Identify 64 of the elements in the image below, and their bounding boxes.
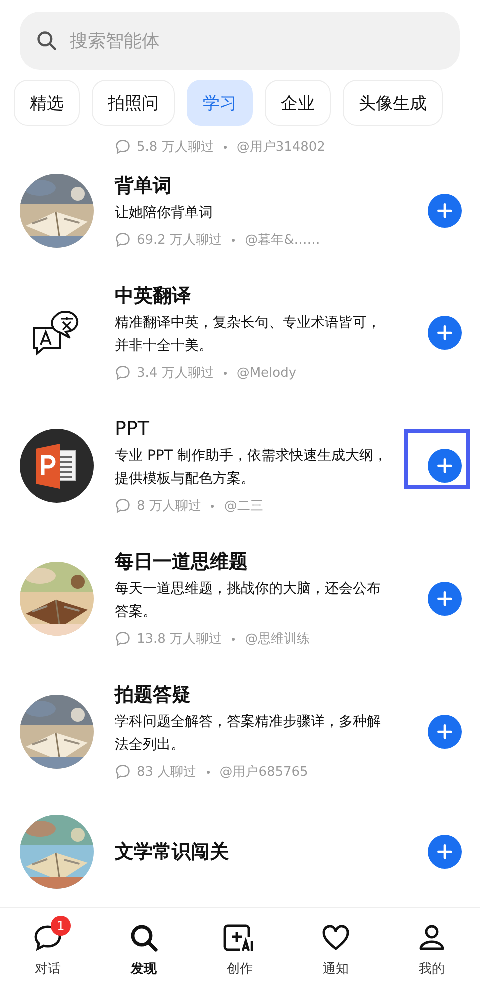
agent-description: 学科问题全解答，答案精准步骤详，多种解法全列出。 <box>115 713 382 755</box>
chat-count: 13.8 万人聊过 <box>137 631 222 648</box>
author-name: @Melody <box>236 366 297 380</box>
agent-name: 拍题答疑 <box>115 683 192 708</box>
agent-description: 让她陪你背单词 <box>115 204 214 223</box>
chat-bubble-icon <box>115 232 131 248</box>
add-button[interactable] <box>428 582 462 616</box>
add-button[interactable] <box>428 316 462 350</box>
agent-name: 每日一道思维题 <box>115 550 249 575</box>
plus-icon <box>436 202 454 220</box>
agent-name: 文学常识闯关 <box>115 840 230 865</box>
chat-bubble-icon <box>115 498 131 514</box>
chat-count: 8 万人聊过 <box>137 498 202 515</box>
presentation-app-icon <box>20 428 94 502</box>
category-tab[interactable]: 头像生成 <box>343 80 443 126</box>
chat-count: 5.8 万人聊过 <box>137 139 214 156</box>
separator-dot <box>206 770 210 774</box>
separator-dot <box>232 238 236 242</box>
author-name: @暮年&…… <box>245 232 320 249</box>
separator-dot <box>224 146 227 148</box>
agent-name: 中英翻译 <box>115 284 192 309</box>
add-button[interactable] <box>428 714 462 748</box>
nav-tab[interactable]: 通知 <box>304 914 368 997</box>
agent-description: 精准翻译中英，复杂长句、专业术语皆可，并非十全十美。 <box>115 314 382 356</box>
add-button[interactable] <box>428 194 462 228</box>
plus-icon <box>436 456 454 474</box>
chat-bubble-icon <box>115 764 131 780</box>
add-button[interactable] <box>428 448 462 482</box>
person-icon <box>417 923 447 953</box>
agent-name: PPT <box>115 417 151 442</box>
notification-badge: 1 <box>51 916 71 936</box>
plus-icon <box>436 722 454 740</box>
category-tab[interactable]: 拍照问 <box>92 80 175 126</box>
category-tab[interactable]: 企业 <box>265 80 331 126</box>
separator-dot <box>232 638 236 640</box>
separator-dot <box>211 504 214 508</box>
author-name: @用户314802 <box>236 139 326 156</box>
chat-bubble-icon <box>33 923 63 953</box>
nav-tab[interactable]: 创作 <box>208 914 272 997</box>
chat-count: 83 人聊过 <box>137 764 197 781</box>
author-name: @二三 <box>224 498 264 515</box>
add-button[interactable] <box>428 835 462 869</box>
search-icon <box>129 923 159 953</box>
nav-tab[interactable]: 我的 <box>400 914 464 997</box>
plus-icon <box>436 843 454 861</box>
agent-description: 专业 PPT 制作助手，依需求快速生成大纲，提供模板与配色方案。 <box>115 447 388 489</box>
author-name: @用户685765 <box>220 764 308 781</box>
category-tab[interactable]: 学习 <box>187 80 253 126</box>
chat-bubble-icon <box>115 365 131 381</box>
author-name: @思维训练 <box>245 631 310 648</box>
chat-count: 3.4 万人聊过 <box>137 365 214 382</box>
chat-count: 69.2 万人聊过 <box>137 232 222 249</box>
chat-bubble-icon <box>115 139 131 155</box>
nav-tab[interactable]: 发现 <box>112 914 176 997</box>
heart-icon <box>321 923 351 953</box>
chat-bubble-icon <box>115 631 131 647</box>
plus-icon <box>436 590 454 608</box>
plus-icon <box>436 324 454 342</box>
separator-dot <box>224 372 227 374</box>
category-tab[interactable]: 精选 <box>14 80 80 126</box>
search-field[interactable]: 搜索智能体 <box>20 12 460 70</box>
nav-tab[interactable]: 1 对话 <box>16 914 80 997</box>
agent-name: 背单词 <box>115 174 173 199</box>
agent-description: 每天一道思维题，挑战你的大脑，还会公布答案。 <box>115 580 382 622</box>
